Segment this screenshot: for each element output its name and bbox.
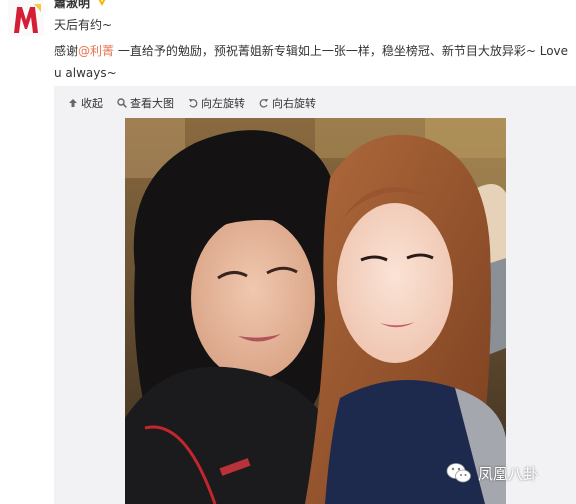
watermark-text: 凤凰八卦 xyxy=(478,464,539,483)
rotate-right-button[interactable]: 向右旋转 xyxy=(259,95,316,111)
rotate-left-button[interactable]: 向左旋转 xyxy=(188,95,245,111)
post-text-line2: 感谢@利菁 一直给予的勉励，预祝菁姐新专辑如上一张一样，稳坐榜冠、新节目大放异彩… xyxy=(54,40,569,84)
username[interactable]: 蕭淑明 xyxy=(54,0,90,11)
wechat-icon xyxy=(446,463,471,483)
image-toolbar: 收起 查看大图 向左旋转 向右旋转 xyxy=(68,95,316,111)
rotate-left-label: 向左旋转 xyxy=(201,97,245,110)
rotate-left-icon xyxy=(188,99,198,108)
avatar[interactable] xyxy=(8,0,44,36)
view-large-label: 查看大图 xyxy=(130,97,174,110)
rotate-right-icon xyxy=(259,99,269,108)
post-text-prefix: 感谢 xyxy=(54,44,79,58)
post-text-line1: 天后有约~ xyxy=(54,18,113,32)
selfie-illustration xyxy=(125,118,506,504)
collapse-label: 收起 xyxy=(81,97,103,110)
avatar-logo xyxy=(8,0,44,36)
magnifier-icon xyxy=(117,98,127,108)
post-text-rest: 一直给予的勉励，预祝菁姐新专辑如上一张一样，稳坐榜冠、新节目大放异彩~ Love… xyxy=(54,44,569,80)
mention-link[interactable]: @利菁 xyxy=(78,44,114,58)
post-photo[interactable] xyxy=(125,118,506,504)
vip-badge-icon xyxy=(98,0,106,6)
collapse-icon xyxy=(69,99,77,107)
view-large-button[interactable]: 查看大图 xyxy=(117,95,174,111)
rotate-right-label: 向右旋转 xyxy=(272,97,316,110)
watermark: 凤凰八卦 xyxy=(446,462,538,484)
collapse-button[interactable]: 收起 xyxy=(68,95,103,111)
